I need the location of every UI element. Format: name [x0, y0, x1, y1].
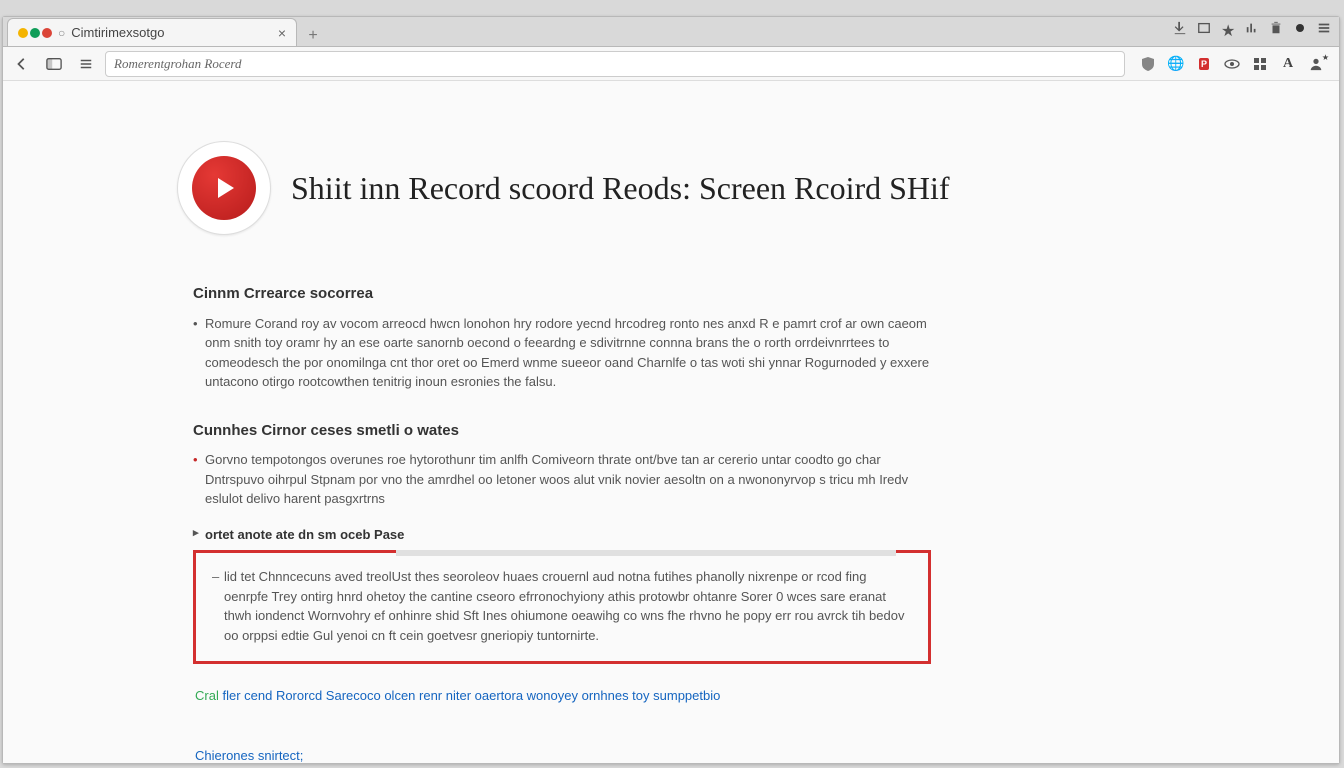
- font-icon[interactable]: A: [1279, 55, 1297, 73]
- panel-icon[interactable]: [41, 51, 67, 77]
- page-title: Shiit inn Record scoord Reods: Screen Rc…: [291, 170, 950, 207]
- section-heading: Cinnm Crrearce socorrea: [193, 283, 931, 306]
- back-button[interactable]: [9, 51, 35, 77]
- footer-link[interactable]: Chierones snirtect;: [193, 746, 931, 764]
- dot-icon[interactable]: [1293, 21, 1307, 35]
- globe-icon[interactable]: 🌐: [1167, 55, 1185, 73]
- browser-toolbar: Romerentgrohan Rocerd 🌐 P A ★: [3, 47, 1339, 81]
- favicon-dot: [18, 28, 28, 38]
- section-subheading: ortet anote ate dn sm oceb Pase: [193, 525, 931, 545]
- menu-icon[interactable]: [1317, 21, 1331, 35]
- extension-area: 🌐 P A ★: [1131, 55, 1333, 73]
- section-heading: Cunnhes Cirnor ceses smetli o wates: [193, 420, 931, 443]
- play-badge: [192, 156, 256, 220]
- grid-icon[interactable]: [1251, 55, 1269, 73]
- callout-accent-bar: [396, 550, 896, 556]
- window-icon[interactable]: [1197, 21, 1211, 35]
- shield-icon[interactable]: [1139, 55, 1157, 73]
- link-lead: Cral: [195, 688, 219, 703]
- link-text: fler cend Rororcd Sarecoco olcen renr ni…: [222, 688, 720, 703]
- eye-icon[interactable]: [1223, 55, 1241, 73]
- favicon-dot: [42, 28, 52, 38]
- trash-icon[interactable]: [1269, 21, 1283, 35]
- article-page: Shiit inn Record scoord Reods: Screen Rc…: [171, 81, 1171, 763]
- chart-icon[interactable]: [1245, 21, 1259, 35]
- callout-text: lid tet Chnncecuns aved treolUst thes se…: [212, 567, 912, 645]
- related-link[interactable]: Cral fler cend Rororcd Sarecoco olcen re…: [193, 686, 931, 706]
- play-icon: [218, 178, 234, 198]
- app-logo: [177, 141, 271, 235]
- section-paragraph: Gorvno tempotongos overunes roe hytoroth…: [193, 450, 931, 509]
- person-star-icon[interactable]: ★: [1307, 55, 1325, 73]
- window-system-icons: ★: [1173, 21, 1331, 35]
- article-body: Cinnm Crrearce socorrea Romure Corand ro…: [171, 283, 931, 763]
- section-features: Cunnhes Cirnor ceses smetli o wates Gorv…: [193, 420, 931, 764]
- section-overview: Cinnm Crrearce socorrea Romure Corand ro…: [193, 283, 931, 392]
- download-icon[interactable]: [1173, 21, 1187, 35]
- section-paragraph: Romure Corand roy av vocom arreocd hwcn …: [193, 314, 931, 392]
- tab-strip: ○ Cimtirimexsotgo × + ★: [3, 17, 1339, 47]
- browser-tab[interactable]: ○ Cimtirimexsotgo ×: [7, 18, 297, 46]
- hamburger-icon[interactable]: [73, 51, 99, 77]
- close-icon[interactable]: ×: [278, 25, 286, 41]
- star-icon[interactable]: ★: [1221, 21, 1235, 35]
- tab-prefix: ○: [58, 26, 65, 40]
- favicon-cluster: [18, 28, 52, 38]
- page-viewport: Shiit inn Record scoord Reods: Screen Rc…: [3, 81, 1339, 763]
- favicon-dot: [30, 28, 40, 38]
- hero-row: Shiit inn Record scoord Reods: Screen Rc…: [171, 141, 1171, 235]
- pdf-icon[interactable]: P: [1195, 55, 1213, 73]
- new-tab-button[interactable]: +: [303, 26, 323, 46]
- address-bar[interactable]: Romerentgrohan Rocerd: [105, 51, 1125, 77]
- tab-title: Cimtirimexsotgo: [71, 25, 272, 40]
- browser-window: ○ Cimtirimexsotgo × + ★ Romerentgrohan R…: [2, 16, 1340, 764]
- address-text: Romerentgrohan Rocerd: [114, 56, 241, 72]
- highlighted-callout: lid tet Chnncecuns aved treolUst thes se…: [193, 550, 931, 664]
